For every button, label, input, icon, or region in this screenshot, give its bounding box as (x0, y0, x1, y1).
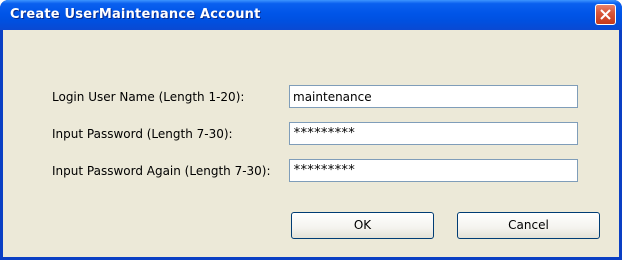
input-password-label: Input Password (Length 7-30): (52, 127, 233, 141)
close-icon (600, 9, 611, 20)
ok-button[interactable]: OK (291, 212, 434, 239)
close-button[interactable] (595, 4, 616, 25)
login-user-name-input[interactable] (289, 85, 578, 108)
input-password-field[interactable] (289, 122, 578, 145)
dialog-body: Login User Name (Length 1-20): Input Pas… (3, 30, 619, 257)
dialog-title: Create UserMaintenance Account (10, 7, 261, 22)
cancel-button[interactable]: Cancel (457, 212, 600, 239)
dialog-window: Create UserMaintenance Account Login Use… (0, 0, 622, 260)
title-bar[interactable]: Create UserMaintenance Account (0, 0, 622, 30)
input-password-again-label: Input Password Again (Length 7-30): (52, 164, 271, 178)
input-password-again-field[interactable] (289, 159, 578, 182)
login-user-name-label: Login User Name (Length 1-20): (52, 90, 245, 104)
